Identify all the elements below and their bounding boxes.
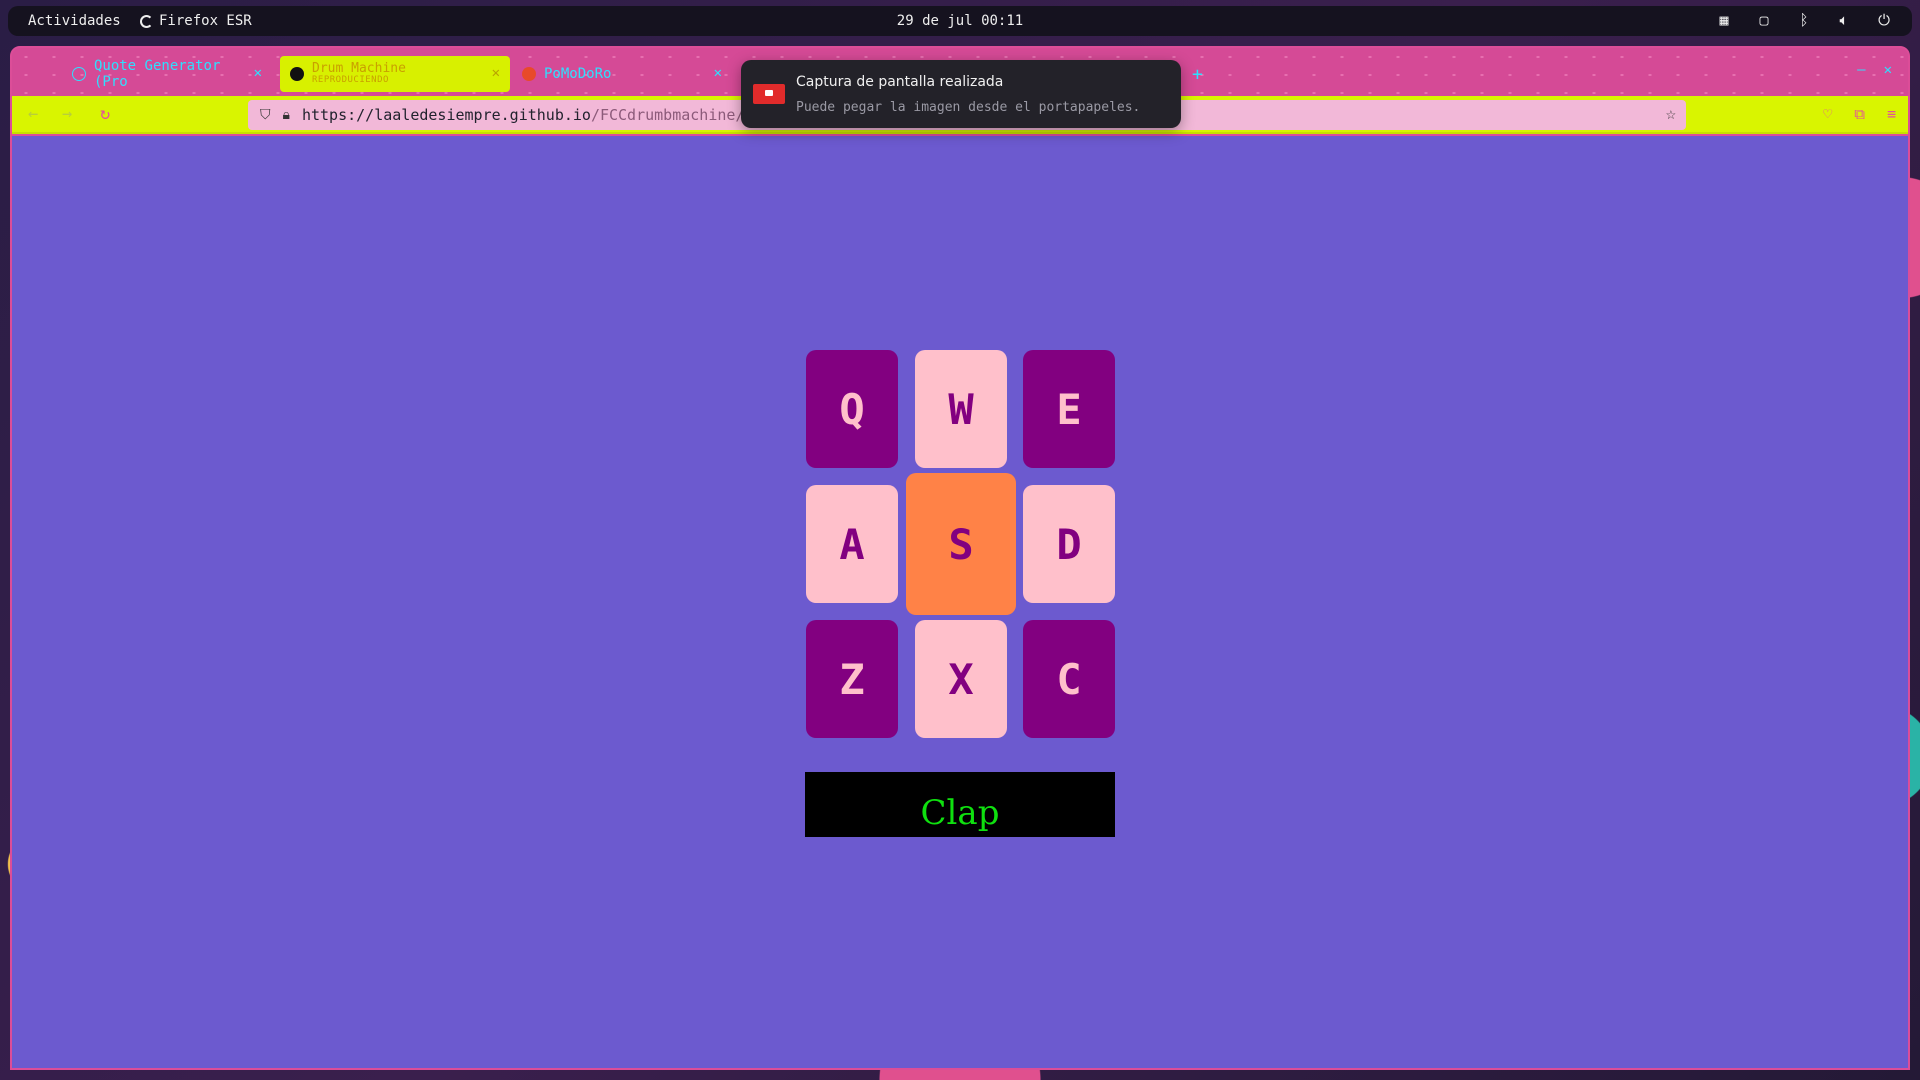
drum-pad-q[interactable]: Q xyxy=(806,350,898,468)
drum-pad-d[interactable]: D xyxy=(1023,485,1115,603)
minimize-icon[interactable]: — xyxy=(1857,62,1865,78)
app-grid-icon[interactable]: ▦ xyxy=(1714,11,1734,29)
drum-pad-a[interactable]: A xyxy=(806,485,898,603)
sound-display: Clap xyxy=(805,772,1115,837)
screenshot-icon[interactable]: ⧉ xyxy=(1854,105,1865,123)
drum-pad-w[interactable]: W xyxy=(915,350,1007,468)
close-window-icon[interactable]: ✕ xyxy=(1884,62,1892,78)
clock[interactable]: 29 de jul 00:11 xyxy=(8,13,1912,29)
url-path: /FCCdrumbmachine/ xyxy=(590,106,745,124)
drum-icon xyxy=(290,67,304,81)
close-icon[interactable]: ✕ xyxy=(254,65,262,81)
bookmark-star-icon[interactable]: ☆ xyxy=(1666,104,1676,124)
drum-pad-s[interactable]: S xyxy=(906,473,1016,615)
tab-label: Drum Machine xyxy=(312,61,406,77)
drum-pad-x[interactable]: X xyxy=(915,620,1007,738)
screen-icon[interactable]: ▢ xyxy=(1754,11,1774,29)
tab-drum-machine[interactable]: Drum Machine REPRODUCIENDO ✕ xyxy=(280,56,510,92)
drum-pad-c[interactable]: C xyxy=(1023,620,1115,738)
notification-body: Puede pegar la imagen desde el portapape… xyxy=(796,100,1141,115)
bluetooth-icon[interactable]: ᛒ xyxy=(1794,11,1814,29)
tab-playing-label: REPRODUCIENDO xyxy=(312,75,389,86)
window-controls: — ✕ xyxy=(1857,62,1892,78)
tab-quote-generator[interactable]: Quote Generator (Pro ✕ xyxy=(62,56,272,92)
drum-pad-e[interactable]: E xyxy=(1023,350,1115,468)
system-tray[interactable]: ▦ ▢ ᛒ 🔈︎ ⏻ xyxy=(1714,11,1894,29)
screenshot-notification[interactable]: Captura de pantalla realizada Puede pega… xyxy=(741,60,1181,128)
shield-icon[interactable]: ⛉ xyxy=(260,107,271,123)
tab-label: Quote Generator (Pro xyxy=(93,58,221,90)
tab-label: PoMoDoRo xyxy=(544,66,612,82)
lock-icon[interactable]: 🔒︎ xyxy=(283,107,290,123)
power-icon[interactable]: ⏻ xyxy=(1874,11,1894,29)
page-content: Q W E A S D Z X C Clap xyxy=(12,136,1908,1068)
notification-title: Captura de pantalla realizada xyxy=(796,74,1004,90)
pocket-icon[interactable]: ♡ xyxy=(1823,105,1832,123)
reload-icon[interactable]: ↻ xyxy=(100,104,110,124)
drum-pad-z[interactable]: Z xyxy=(806,620,898,738)
tomato-icon xyxy=(522,67,536,81)
url-host: https://laaledesiempre.github.io xyxy=(301,106,591,124)
menu-icon[interactable]: ≡ xyxy=(1887,105,1896,123)
close-icon[interactable]: ✕ xyxy=(714,65,722,81)
volume-icon[interactable]: 🔈︎ xyxy=(1834,11,1854,29)
forward-arrow-icon[interactable]: → xyxy=(62,104,72,124)
back-arrow-icon[interactable]: ← xyxy=(28,104,38,124)
quote-icon xyxy=(72,67,86,81)
new-tab-plus-icon[interactable]: + xyxy=(1192,64,1203,85)
toolbar-right: ♡ ⧉ ≡ xyxy=(1823,105,1896,123)
tab-pomodoro[interactable]: PoMoDoRo ✕ xyxy=(512,56,732,92)
close-icon[interactable]: ✕ xyxy=(492,65,500,81)
screenshot-app-icon xyxy=(753,84,785,104)
system-top-bar: Actividades Firefox ESR 29 de jul 00:11 … xyxy=(8,6,1912,36)
browser-window: Quote Generator (Pro ✕ Drum Machine REPR… xyxy=(10,46,1910,1070)
